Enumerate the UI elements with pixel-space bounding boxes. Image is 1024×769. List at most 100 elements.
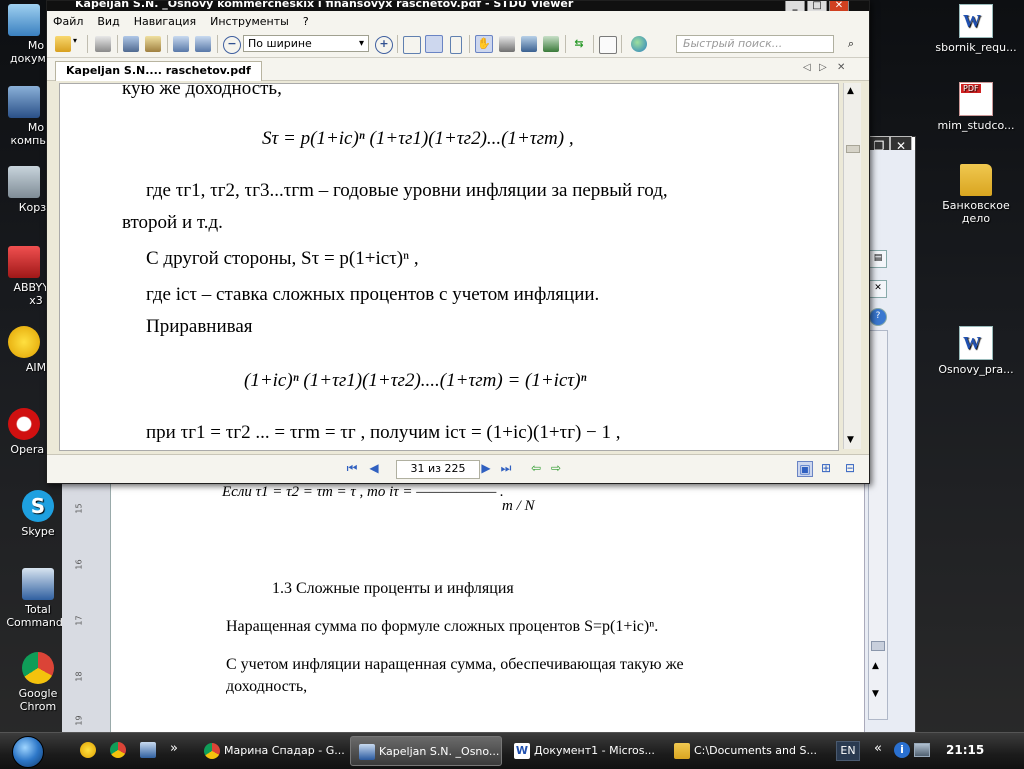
word-vertical-scrollbar[interactable]: ▲ ▼	[868, 330, 888, 720]
taskbar: » Марина Спадар - G... Kapeljan S.N. _Os…	[0, 732, 1024, 769]
vertical-scrollbar[interactable]: ▲ ▼	[843, 83, 861, 449]
back-forward-icon[interactable]: ⇆	[571, 36, 587, 52]
taskbar-button-explorer[interactable]: C:\Documents and S...	[666, 736, 822, 766]
total-commander-icon	[22, 568, 54, 600]
desktop-icon-bankovskoe-delo[interactable]: Банковское дело	[934, 164, 1018, 225]
language-indicator[interactable]: EN	[836, 741, 860, 761]
select-text-icon[interactable]	[499, 36, 515, 52]
minimize-button[interactable]: _	[785, 1, 805, 11]
two-page-view-icon[interactable]: ⊞	[819, 461, 833, 475]
scroll-thumb[interactable]	[846, 145, 860, 153]
abbyy-icon	[8, 246, 40, 278]
rotate-left-icon[interactable]	[173, 36, 189, 52]
menu-tools[interactable]: Инструменты	[210, 15, 289, 28]
switch-windows-icon[interactable]	[140, 742, 156, 758]
tray-expand-icon[interactable]: «	[874, 741, 882, 756]
export-image-icon[interactable]	[123, 36, 139, 52]
network-tray-icon[interactable]	[914, 743, 930, 757]
aim-quicklaunch-icon[interactable]	[80, 742, 96, 758]
window-titlebar[interactable]: Kapeljan S.N. _Osnovy kommercheskix i fi…	[47, 1, 869, 11]
close-button[interactable]: ✕	[829, 1, 849, 11]
toolbar: ▾ − По ширине + ✋ ⇆ Быстрый поиск... ⌕	[47, 31, 869, 58]
zoom-out-icon[interactable]: −	[223, 36, 241, 54]
first-page-icon[interactable]: ⏮	[345, 461, 359, 475]
single-page-view-icon[interactable]: ▣	[797, 461, 813, 477]
last-page-icon[interactable]: ⏭	[499, 461, 513, 475]
start-button[interactable]	[12, 736, 44, 768]
clock[interactable]: 21:15	[946, 743, 984, 757]
quicklaunch-expand-icon[interactable]: »	[170, 741, 178, 756]
dropdown-arrow-icon[interactable]: ▾	[73, 36, 81, 52]
toolbar-separator	[87, 35, 88, 53]
binoculars-icon[interactable]: ⌕	[843, 36, 859, 52]
zoom-select[interactable]: По ширине	[243, 35, 369, 52]
history-forward-icon[interactable]: ⇨	[549, 461, 563, 475]
document-view[interactable]: кую же доходность, Sτ = p(1+ic)ⁿ (1+τг1)…	[59, 83, 839, 451]
desktop-icon-label: Банковское дело	[942, 199, 1010, 225]
taskbar-button-label: Документ1 - Micros...	[534, 744, 655, 757]
zoom-in-icon[interactable]: +	[375, 36, 393, 54]
history-back-icon[interactable]: ⇦	[529, 461, 543, 475]
copy-icon[interactable]	[599, 36, 617, 54]
tab-prev-icon[interactable]: ◁	[803, 62, 811, 73]
print-icon[interactable]	[95, 36, 111, 52]
stdu-icon	[359, 744, 375, 760]
tab-close-icon[interactable]: ✕	[837, 62, 845, 73]
doc-text-line: Приравнивая	[146, 316, 253, 337]
taskbar-button-word[interactable]: W Документ1 - Micros...	[506, 736, 662, 766]
toolbar-separator	[117, 35, 118, 53]
select-image-icon[interactable]	[521, 36, 537, 52]
taskbar-button-label: Марина Спадар - G...	[224, 744, 345, 757]
fit-height-icon[interactable]	[450, 36, 462, 54]
status-bar: ⏮ ◀ 31 из 225 ▶ ⏭ ⇦ ⇨ ▣ ⊞ ⊟	[47, 454, 869, 483]
word-scroll-up-arrow[interactable]: ▲	[872, 661, 879, 671]
desktop-icon-mim-studco[interactable]: mim_studco...	[934, 82, 1018, 132]
document-tab[interactable]: Kapeljan S.N.... raschetov.pdf	[55, 61, 262, 81]
maximize-button[interactable]: □	[807, 1, 827, 11]
web-globe-icon[interactable]	[631, 36, 647, 52]
word-vertical-ruler: 15 16 17 18 19	[62, 470, 111, 732]
chrome-icon	[22, 652, 54, 684]
opera-icon	[8, 408, 40, 440]
word-scroll-thumb[interactable]	[871, 641, 885, 651]
word-help-icon[interactable]: ?	[869, 308, 887, 326]
info-tray-icon[interactable]: i	[894, 742, 910, 758]
open-folder-icon[interactable]	[55, 36, 71, 52]
word-side-close-icon[interactable]: ✕	[869, 280, 887, 298]
menu-navigation[interactable]: Навигация	[134, 15, 196, 28]
chrome-quicklaunch-icon[interactable]	[110, 742, 126, 758]
quick-search-input[interactable]: Быстрый поиск...	[676, 35, 834, 53]
continuous-view-icon[interactable]: ⊟	[843, 461, 857, 475]
documents-folder-icon	[8, 4, 40, 36]
desktop-icon-sbornik[interactable]: sbornik_requ...	[934, 4, 1018, 54]
scroll-up-arrow[interactable]: ▲	[847, 86, 854, 96]
word-scroll-down-arrow[interactable]: ▼	[872, 689, 879, 699]
snapshot-icon[interactable]	[543, 36, 559, 52]
rotate-right-icon[interactable]	[195, 36, 211, 52]
hand-tool-icon[interactable]: ✋	[475, 35, 493, 53]
fit-width-icon[interactable]	[425, 35, 443, 53]
doc-text-line: кую же доходность,	[122, 83, 282, 99]
export-text-icon[interactable]	[145, 36, 161, 52]
toolbar-separator	[167, 35, 168, 53]
scroll-down-arrow[interactable]: ▼	[847, 435, 854, 445]
word-side-doc-icon[interactable]: ▤	[869, 250, 887, 268]
menu-help[interactable]: ?	[303, 15, 309, 28]
computer-icon	[8, 86, 40, 118]
aim-icon	[8, 326, 40, 358]
doc-text-line: при τг1 = τг2 ... = τгm = τг , получим i…	[146, 422, 621, 443]
taskbar-button-stdu[interactable]: Kapeljan S.N. _Osno...	[350, 736, 502, 766]
desktop-icon-osnovy-pra[interactable]: Osnovy_pra...	[934, 326, 1018, 376]
menu-view[interactable]: Вид	[97, 15, 119, 28]
next-page-icon[interactable]: ▶	[479, 461, 493, 475]
menu-file[interactable]: Файл	[53, 15, 83, 28]
fit-page-icon[interactable]	[403, 36, 421, 54]
taskbar-button-chrome[interactable]: Марина Спадар - G...	[196, 736, 346, 766]
taskbar-button-label: C:\Documents and S...	[694, 744, 817, 757]
menu-bar: Файл Вид Навигация Инструменты ?	[47, 11, 869, 31]
page-indicator[interactable]: 31 из 225	[396, 460, 480, 479]
window-title: Kapeljan S.N. _Osnovy kommercheskix i fi…	[75, 1, 574, 10]
tab-next-icon[interactable]: ▷	[819, 62, 827, 73]
prev-page-icon[interactable]: ◀	[367, 461, 381, 475]
word-document-page[interactable]: Если τ1 = τ2 = τm = τ , то iτ = —————— .…	[112, 470, 864, 732]
